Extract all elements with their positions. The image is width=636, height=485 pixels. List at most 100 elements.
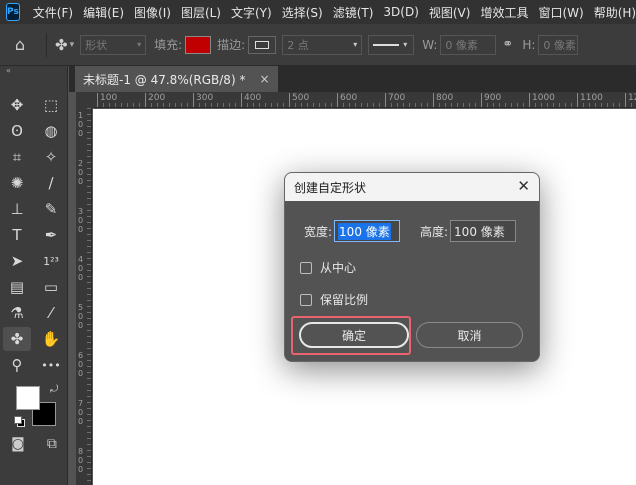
ruler-major-tick	[193, 93, 194, 107]
menu-window[interactable]: 窗口(W)	[533, 4, 588, 21]
ruler-minor-tick	[463, 103, 464, 107]
ruler-icon[interactable]: ▭	[34, 274, 68, 300]
ok-button-highlight	[291, 316, 411, 355]
type-icon[interactable]: T	[0, 222, 34, 248]
ruler-minor-tick	[205, 103, 206, 107]
from-center-checkbox[interactable]	[300, 261, 312, 274]
ruler-minor-tick	[421, 103, 422, 107]
menu-3d[interactable]: 3D(D)	[378, 5, 423, 19]
ruler-minor-tick	[87, 384, 91, 385]
height-field[interactable]: 100 像素	[450, 220, 517, 242]
ruler-label: 0	[78, 312, 84, 321]
brush-icon[interactable]: ∕	[34, 170, 68, 196]
ruler-minor-tick	[87, 342, 91, 343]
foreground-color[interactable]	[16, 386, 40, 410]
close-tab-icon[interactable]: ×	[259, 72, 269, 86]
ruler-major-tick	[289, 93, 290, 107]
close-icon[interactable]: ✕	[517, 179, 530, 194]
menu-view[interactable]: 视图(V)	[424, 4, 476, 21]
home-icon[interactable]: ⌂	[0, 35, 40, 54]
ruler-major-tick	[337, 93, 338, 107]
eyedropper-icon[interactable]: ⁄	[34, 300, 68, 326]
ruler-minor-tick	[87, 372, 91, 373]
ruler-major-tick	[577, 93, 578, 107]
ruler-minor-tick	[589, 103, 590, 107]
ruler-minor-tick	[541, 103, 542, 107]
quick-mask-icon[interactable]: ◙	[11, 436, 25, 452]
cancel-button[interactable]: 取消	[416, 322, 523, 348]
screen-mode-icon[interactable]: ⧉	[47, 436, 57, 452]
menu-image[interactable]: 图像(I)	[129, 4, 176, 21]
note-icon[interactable]: ▤	[0, 274, 34, 300]
collapse-panel-icon[interactable]: «	[0, 66, 67, 76]
from-center-row[interactable]: 从中心	[300, 259, 356, 276]
ruler-label: 400	[244, 93, 262, 103]
stamp-icon[interactable]: ⊥	[0, 196, 34, 222]
swap-colors-icon[interactable]: ⤾	[50, 384, 58, 395]
ruler-minor-tick	[247, 103, 248, 107]
ruler-minor-tick	[87, 474, 91, 475]
ruler-minor-tick	[355, 103, 356, 107]
width-input[interactable]: 0 像素	[440, 34, 497, 55]
object-select-icon[interactable]: ◍	[34, 118, 68, 144]
stroke-width-select[interactable]: 2 点 ▾	[282, 34, 363, 55]
ruler-minor-tick	[87, 246, 91, 247]
ruler-minor-tick	[415, 103, 416, 107]
color-replace-icon[interactable]: ⚗	[0, 300, 34, 326]
custom-shape-icon[interactable]: ✤	[3, 327, 31, 351]
keep-ratio-checkbox[interactable]	[300, 293, 312, 306]
lasso-icon[interactable]: ʘ	[0, 118, 34, 144]
hand-icon[interactable]: ✋	[34, 326, 68, 352]
horizontal-ruler[interactable]: 100 200 300 400 500 600 700 800 900 1000 1100 1200	[94, 92, 636, 108]
ruler-minor-tick	[87, 366, 91, 367]
ruler-minor-tick	[87, 354, 91, 355]
menu-bar: Ps 文件(F) 编辑(E) 图像(I) 图层(L) 文字(Y) 选择(S) 滤…	[0, 0, 636, 24]
menu-edit[interactable]: 编辑(E)	[78, 4, 129, 21]
marquee-icon[interactable]: ⬚	[34, 92, 68, 118]
ruler-minor-tick	[87, 330, 91, 331]
ruler-minor-tick	[295, 103, 296, 107]
fill-color-swatch[interactable]	[185, 35, 212, 54]
magic-wand-icon[interactable]: ✧	[34, 144, 68, 170]
menu-type[interactable]: 文字(Y)	[226, 4, 277, 21]
menu-file[interactable]: 文件(F)	[28, 4, 78, 21]
history-brush-icon[interactable]: ✎	[34, 196, 68, 222]
ruler-minor-tick	[87, 240, 91, 241]
menu-layer[interactable]: 图层(L)	[176, 4, 226, 21]
ruler-label: 0	[78, 417, 84, 426]
ruler-minor-tick	[361, 103, 362, 107]
menu-select[interactable]: 选择(S)	[277, 4, 328, 21]
link-icon[interactable]: ⚭	[502, 37, 513, 52]
ruler-minor-tick	[325, 103, 326, 107]
pen-icon[interactable]: ✒	[34, 222, 68, 248]
ruler-minor-tick	[87, 216, 91, 217]
keep-ratio-row[interactable]: 保留比例	[300, 291, 368, 308]
menu-plugins[interactable]: 增效工具	[475, 4, 533, 21]
ruler-minor-tick	[139, 103, 140, 107]
ruler-origin[interactable]	[76, 92, 94, 108]
ruler-label: 7	[78, 399, 84, 408]
zoom-icon[interactable]: ⚲	[0, 352, 34, 378]
menu-help[interactable]: 帮助(H)	[589, 4, 636, 21]
stroke-color-swatch[interactable]	[248, 35, 277, 54]
ruler-minor-tick	[277, 103, 278, 107]
default-colors-icon[interactable]	[14, 416, 25, 427]
tool-mode-select[interactable]: 形状 ▾	[80, 34, 147, 55]
document-tab[interactable]: 未标题-1 @ 47.8%(RGB/8) * ×	[75, 66, 278, 92]
crop-icon[interactable]: ⌗	[0, 144, 34, 170]
width-field[interactable]: 100 像素	[334, 220, 401, 242]
ruler-minor-tick	[87, 396, 91, 397]
menu-filter[interactable]: 滤镜(T)	[328, 4, 379, 21]
ruler-minor-tick	[87, 162, 91, 163]
more-tools-icon[interactable]: •••	[34, 352, 68, 378]
vertical-ruler[interactable]: 100200300400500600700800	[76, 108, 92, 485]
path-select-icon[interactable]: ➤	[0, 248, 34, 274]
spot-heal-icon[interactable]: ✺	[0, 170, 34, 196]
count-icon[interactable]: 1²³	[34, 248, 68, 274]
ruler-minor-tick	[265, 103, 266, 107]
tool-preset-icon[interactable]: ✤	[55, 36, 68, 54]
height-input[interactable]: 0 像素	[538, 34, 579, 55]
chevron-down-icon[interactable]: ▾	[70, 40, 75, 50]
move-icon[interactable]: ✥	[0, 92, 34, 118]
stroke-type-select[interactable]: ▾	[368, 34, 415, 55]
